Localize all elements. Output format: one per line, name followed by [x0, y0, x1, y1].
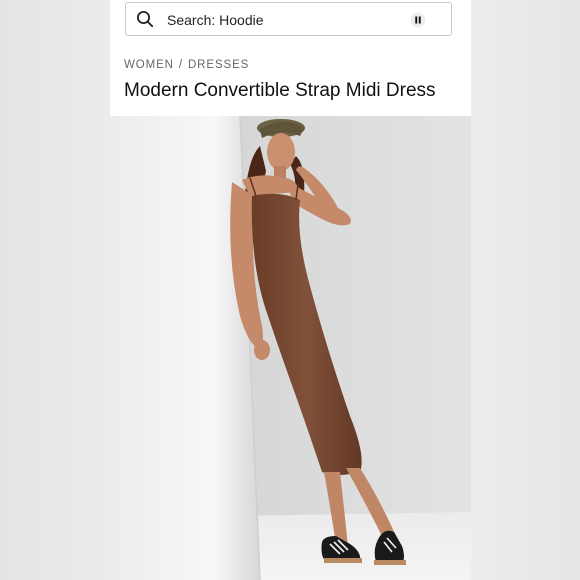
search-bar[interactable]: Search: Hoodie — [125, 2, 452, 36]
product-photo — [110, 116, 471, 580]
search-icon[interactable] — [136, 10, 154, 28]
background-right — [471, 0, 580, 580]
search-input[interactable]: Search: Hoodie — [167, 12, 264, 28]
background-left — [0, 0, 110, 580]
breadcrumb: WOMEN / DRESSES — [124, 59, 249, 71]
breadcrumb-item-dresses[interactable]: DRESSES — [188, 59, 249, 71]
pause-icon[interactable] — [410, 12, 426, 28]
page-title: Modern Convertible Strap Midi Dress — [124, 80, 436, 101]
breadcrumb-item-women[interactable]: WOMEN — [124, 59, 174, 71]
product-image[interactable] — [110, 116, 471, 580]
breadcrumb-separator: / — [178, 59, 183, 71]
product-page: Search: Hoodie WOMEN / DRESSES Modern Conv… — [110, 0, 471, 580]
